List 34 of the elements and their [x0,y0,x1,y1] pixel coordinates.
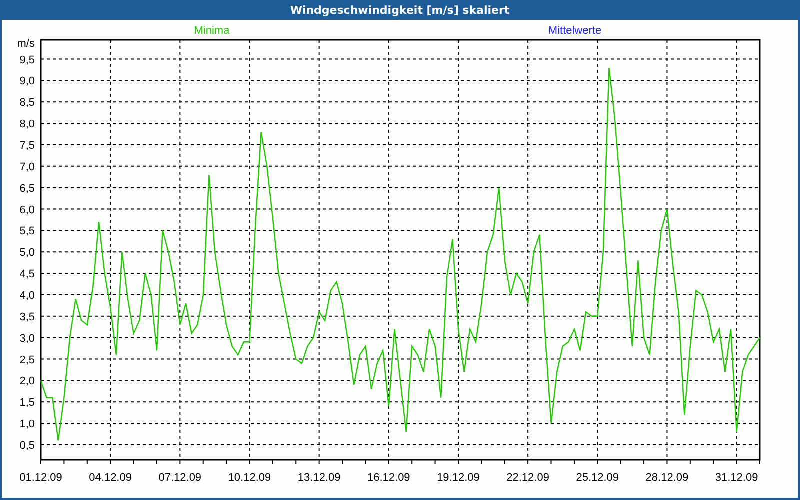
y-tick-label: 4,5 [20,268,35,281]
y-tick-label: 6,0 [20,204,35,216]
x-tick-label: 28.12.09 [646,472,689,484]
legend-label: Minima [194,25,230,37]
y-tick-label: 3,0 [20,332,35,345]
y-tick-label: 2,5 [20,354,35,366]
y-tick-label: 9,5 [20,54,35,66]
x-tick-label: 25.12.09 [576,472,620,484]
y-tick-label: 5,5 [20,226,35,238]
y-tick-label: 9,0 [20,76,35,88]
y-tick-label: 6,5 [20,182,35,195]
x-tick-label: 07.12.09 [158,472,202,484]
x-tick-label: 22.12.09 [506,472,550,484]
x-tick-label: 16.12.09 [368,472,410,484]
y-tick-label: 5,0 [20,247,35,260]
y-tick-label: 7,5 [20,140,35,152]
legend-label: Mittelwerte [548,25,602,37]
x-tick-label: 31.12.09 [715,472,758,484]
x-tick-label: 10.12.09 [228,472,272,484]
x-tick-label: 19.12.09 [437,472,480,484]
y-tick-label: 7,0 [20,161,35,174]
y-tick-label: 1,0 [20,418,35,431]
y-tick-label: 8,0 [20,118,35,131]
y-axis-unit: m/s [17,38,35,50]
window-title: Windgeschwindigkeit [m/s] skaliert [2,0,798,20]
x-tick-label: 13.12.09 [298,472,341,484]
y-tick-label: 1,5 [20,397,35,410]
x-tick-label: 01.12.09 [20,472,62,484]
y-tick-label: 3,5 [20,311,35,324]
y-tick-label: 8,5 [20,97,35,110]
x-tick-label: 04.12.09 [89,472,132,484]
y-tick-label: 0,5 [20,440,35,452]
y-tick-label: 2,0 [20,376,35,388]
y-tick-label: 4,0 [20,290,35,302]
